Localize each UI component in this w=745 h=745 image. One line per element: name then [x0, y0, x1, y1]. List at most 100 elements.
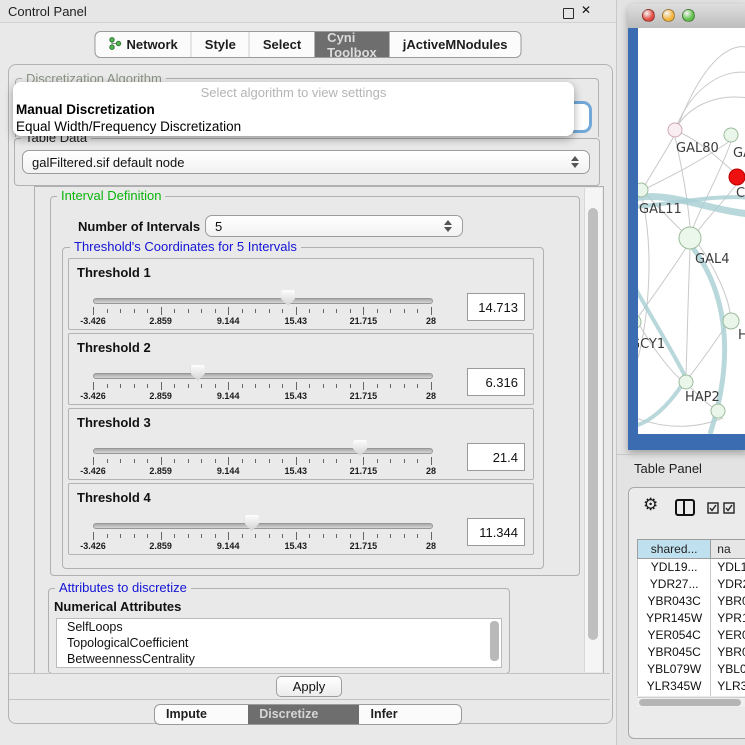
- table-data-combobox[interactable]: galFiltered.sif default node: [22, 150, 590, 174]
- split-pane-icon[interactable]: [675, 499, 695, 516]
- tab-jactivemnodules[interactable]: jActiveMNodules: [390, 32, 521, 57]
- network-node[interactable]: [724, 128, 738, 142]
- cell-shared-name[interactable]: YER054C: [638, 627, 711, 644]
- table-row[interactable]: YDL19...YDL1: [638, 559, 745, 576]
- cell-name[interactable]: YLR3: [711, 678, 745, 695]
- vertical-scrollbar-thumb[interactable]: [588, 208, 598, 640]
- slider-track[interactable]: [93, 373, 433, 379]
- tab-cyni-toolbox[interactable]: Cyni Toolbox: [314, 32, 390, 57]
- float-window-icon[interactable]: [563, 8, 574, 19]
- minimize-traffic-light[interactable]: [662, 9, 675, 22]
- table-row[interactable]: YLR345WYLR3: [638, 678, 745, 695]
- interval-definition-title: Interval Definition: [57, 189, 165, 203]
- combo-stepper-icon: [444, 219, 453, 233]
- threshold-row: Threshold 4-3.4262.8599.14415.4321.71528…: [68, 483, 534, 555]
- slider-ticks: [93, 382, 431, 390]
- vertical-scrollbar-track[interactable]: [584, 188, 602, 672]
- network-canvas[interactable]: GAL80GACGAL11GAL4GCY1HHAP2: [638, 28, 745, 434]
- tab-style[interactable]: Style: [191, 32, 249, 57]
- attribute-list-item[interactable]: SelfLoops: [57, 619, 501, 635]
- threshold-value-field[interactable]: 21.4: [467, 443, 525, 471]
- network-node[interactable]: [679, 375, 693, 389]
- slider-tick-labels: -3.4262.8599.14415.4321.71528: [93, 316, 431, 328]
- column-header-name[interactable]: na: [711, 540, 745, 558]
- network-node[interactable]: [723, 313, 739, 329]
- threshold-slider[interactable]: -3.4262.8599.14415.4321.71528: [93, 409, 431, 481]
- thresholds-group-title: Threshold's Coordinates for 5 Intervals: [70, 240, 301, 254]
- network-node[interactable]: [679, 227, 701, 249]
- table-row[interactable]: YBL079WYBL0: [638, 661, 745, 678]
- network-node[interactable]: [638, 183, 648, 197]
- cell-name[interactable]: YPR1: [711, 610, 745, 627]
- horizontal-scrollbar-thumb[interactable]: [639, 699, 741, 706]
- column-header-shared[interactable]: shared...: [638, 540, 711, 558]
- slider-ticks: [93, 532, 431, 540]
- network-node[interactable]: [711, 404, 725, 418]
- threshold-value-field[interactable]: 11.344: [467, 518, 525, 546]
- num-intervals-combobox[interactable]: 5: [205, 215, 463, 237]
- attribute-list-item[interactable]: TopologicalCoefficient: [57, 635, 501, 651]
- cell-shared-name[interactable]: YIL052C: [638, 695, 711, 696]
- control-panel-title: Control Panel: [8, 4, 87, 19]
- threshold-value-field[interactable]: 14.713: [467, 293, 525, 321]
- horizontal-scrollbar-track[interactable]: [637, 697, 745, 707]
- close-traffic-light[interactable]: [642, 9, 655, 22]
- cell-shared-name[interactable]: YBR045C: [638, 644, 711, 661]
- tab-discretize-data[interactable]: Discretize Data: [248, 705, 359, 724]
- cell-shared-name[interactable]: YBL079W: [638, 661, 711, 678]
- table-row[interactable]: YIL052CYIL0: [638, 695, 745, 696]
- cell-shared-name[interactable]: YPR145W: [638, 610, 711, 627]
- cell-name[interactable]: YDL1: [711, 559, 745, 576]
- numerical-attributes-list[interactable]: SelfLoopsTopologicalCoefficientBetweenne…: [56, 618, 502, 668]
- table-row[interactable]: YDR27...YDR2: [638, 576, 745, 593]
- slider-track[interactable]: [93, 523, 433, 529]
- tab-network-label: Network: [126, 37, 177, 52]
- threshold-slider[interactable]: -3.4262.8599.14415.4321.71528: [93, 259, 431, 331]
- apply-button[interactable]: Apply: [276, 676, 342, 697]
- tab-network[interactable]: Network: [95, 32, 190, 57]
- cell-name[interactable]: YER0: [711, 627, 745, 644]
- list-scrollbar-thumb[interactable]: [490, 621, 499, 661]
- cell-name[interactable]: YDR2: [711, 576, 745, 593]
- table-row[interactable]: YER054CYER0: [638, 627, 745, 644]
- network-node-label: C: [736, 186, 745, 201]
- tab-select[interactable]: Select: [249, 32, 314, 57]
- network-node[interactable]: [729, 169, 745, 185]
- tab-infer-network[interactable]: Infer Network: [359, 705, 461, 724]
- zoom-traffic-light[interactable]: [682, 9, 695, 22]
- attributes-group-title: Attributes to discretize: [55, 581, 191, 595]
- checkbox-icon[interactable]: [707, 501, 719, 519]
- network-view-window: GAL80GACGAL11GAL4GCY1HHAP2: [628, 4, 745, 450]
- slider-track[interactable]: [93, 298, 433, 304]
- cell-name[interactable]: YIL0: [711, 695, 745, 696]
- network-node-label: GA: [733, 146, 745, 161]
- cell-shared-name[interactable]: YLR345W: [638, 678, 711, 695]
- tab-impute-data[interactable]: Impute Data: [155, 705, 248, 724]
- network-node[interactable]: [668, 123, 682, 137]
- node-table: shared... na YDL19...YDL1YDR27...YDR2YBR…: [637, 539, 745, 696]
- cell-name[interactable]: YBR0: [711, 644, 745, 661]
- table-data-combobox-value: galFiltered.sif default node: [32, 155, 184, 170]
- threshold-value-field[interactable]: 6.316: [467, 368, 525, 396]
- cell-name[interactable]: YBR0: [711, 593, 745, 610]
- network-window-titlebar[interactable]: [628, 4, 745, 29]
- cell-name[interactable]: YBL0: [711, 661, 745, 678]
- gear-icon[interactable]: ⚙: [643, 495, 658, 515]
- cell-shared-name[interactable]: YBR043C: [638, 593, 711, 610]
- algorithm-option-manual[interactable]: Manual Discretization: [16, 102, 155, 117]
- table-body[interactable]: YDL19...YDL1YDR27...YDR2YBR043CYBR0YPR14…: [637, 559, 745, 696]
- network-node-label: GAL11: [639, 202, 682, 217]
- attribute-list-item[interactable]: BetweennessCentrality: [57, 651, 501, 667]
- network-node-label: HAP2: [685, 390, 720, 405]
- table-row[interactable]: YBR045CYBR0: [638, 644, 745, 661]
- slider-track[interactable]: [93, 448, 433, 454]
- algorithm-option-equal-width[interactable]: Equal Width/Frequency Discretization: [16, 119, 241, 134]
- threshold-slider[interactable]: -3.4262.8599.14415.4321.71528: [93, 484, 431, 556]
- table-row[interactable]: YPR145WYPR1: [638, 610, 745, 627]
- threshold-slider[interactable]: -3.4262.8599.14415.4321.71528: [93, 334, 431, 406]
- checkbox-icon[interactable]: [723, 501, 735, 519]
- cell-shared-name[interactable]: YDL19...: [638, 559, 711, 576]
- table-row[interactable]: YBR043CYBR0: [638, 593, 745, 610]
- cell-shared-name[interactable]: YDR27...: [638, 576, 711, 593]
- close-icon[interactable]: ✕: [581, 3, 591, 17]
